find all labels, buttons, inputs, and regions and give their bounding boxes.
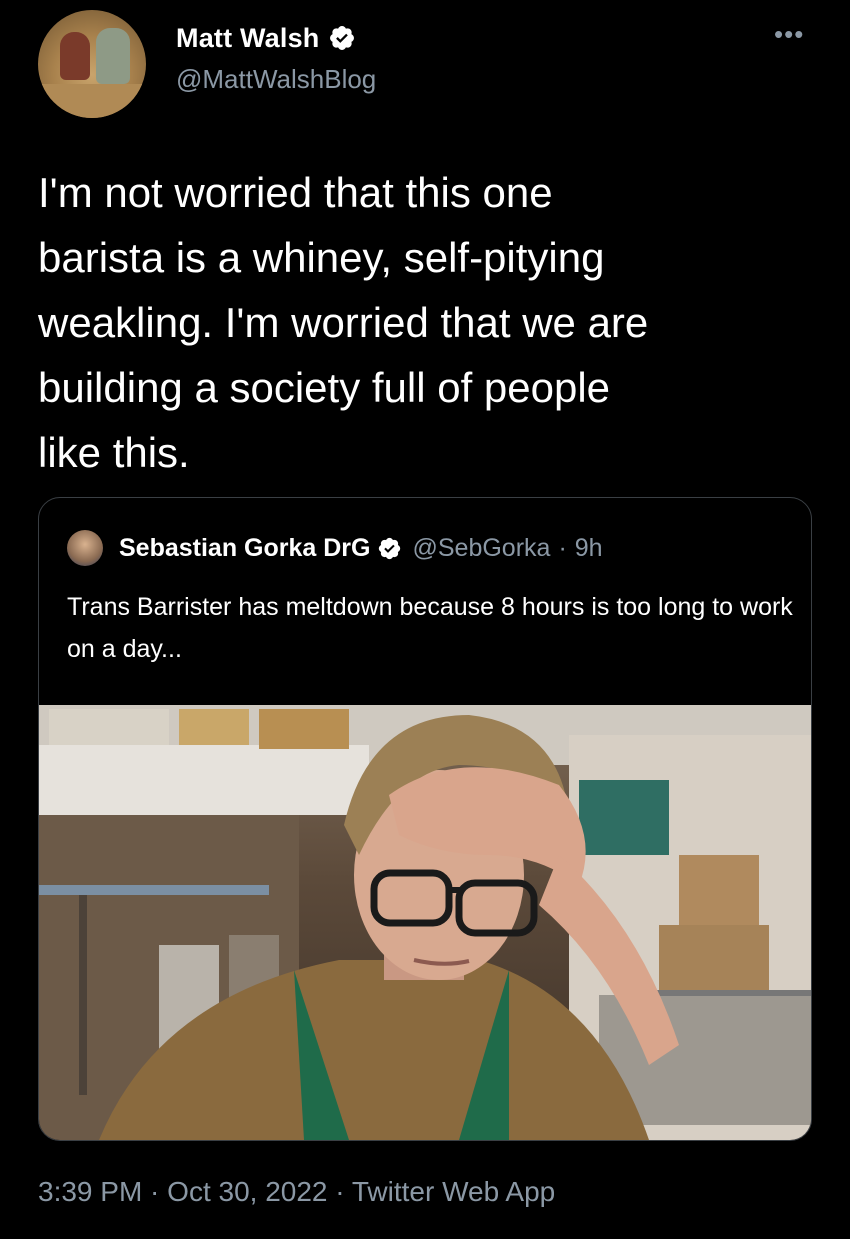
quoted-separator: ·: [558, 533, 567, 562]
tweet-container: Matt Walsh @MattWalshBlog ••• I'm not wo…: [0, 0, 850, 1239]
quoted-author-display-name[interactable]: Sebastian Gorka DrG: [119, 534, 370, 563]
video-thumbnail[interactable]: [39, 705, 811, 1140]
avatar-ground: [38, 84, 146, 118]
quoted-author-handle[interactable]: @SebGorka: [412, 534, 550, 563]
quoted-tweet-text: Trans Barrister has meltdown because 8 h…: [67, 593, 793, 663]
video-thumbnail-art: [39, 705, 811, 1140]
quoted-author-avatar[interactable]: [67, 530, 103, 566]
author-display-name[interactable]: Matt Walsh: [176, 23, 320, 54]
tweet-metadata[interactable]: 3:39 PM · Oct 30, 2022 · Twitter Web App: [38, 1176, 555, 1208]
quoted-timestamp[interactable]: 9h: [575, 534, 603, 563]
quoted-tweet-card[interactable]: Sebastian Gorka DrG @SebGorka · 9h Trans…: [38, 497, 812, 1141]
author-name-row[interactable]: Matt Walsh: [176, 18, 356, 58]
quoted-tweet-header: Sebastian Gorka DrG @SebGorka · 9h: [67, 528, 603, 568]
author-avatar[interactable]: [38, 10, 146, 118]
avatar-figure-right: [96, 28, 130, 84]
more-options-icon[interactable]: •••: [774, 21, 804, 47]
avatar-figure-left: [60, 32, 90, 80]
tweet-text: I'm not worried that this one barista is…: [38, 169, 649, 476]
verified-badge-icon: [329, 26, 354, 50]
author-handle[interactable]: @MattWalshBlog: [176, 64, 376, 95]
verified-badge-icon: [379, 537, 401, 559]
